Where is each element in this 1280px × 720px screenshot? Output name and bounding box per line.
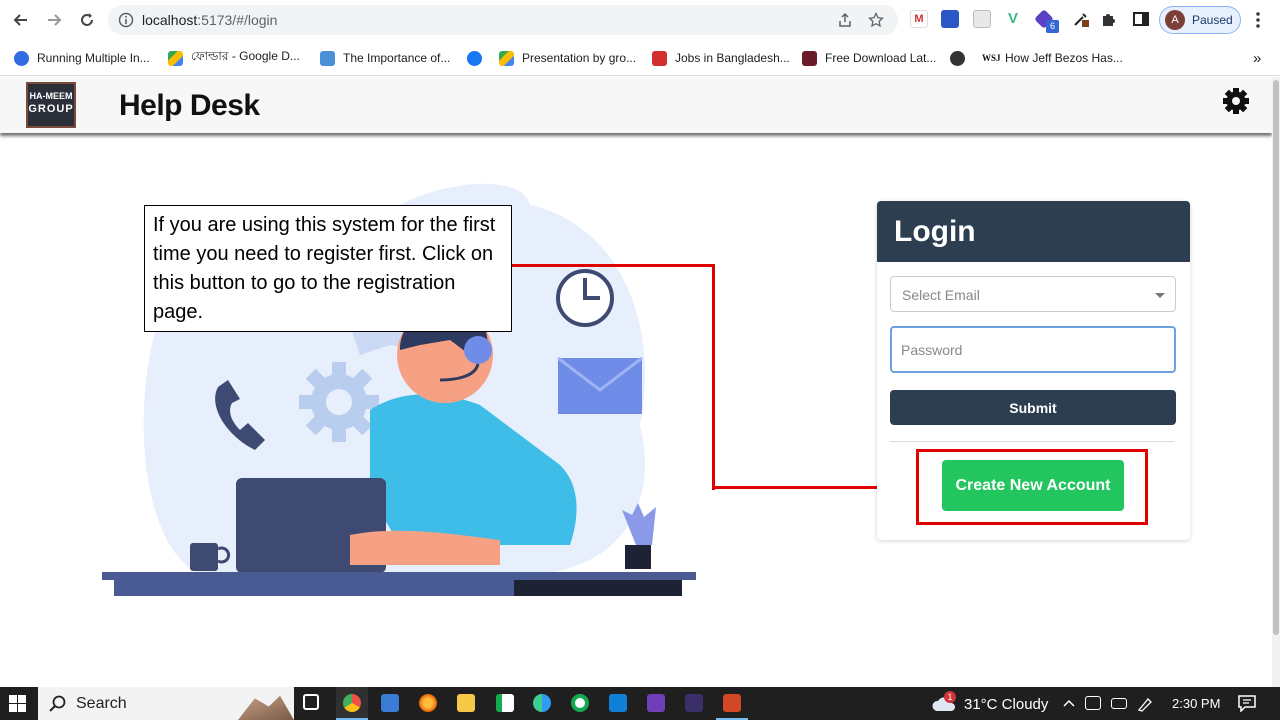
info-icon[interactable]	[118, 12, 134, 28]
avatar: A	[1165, 10, 1185, 30]
edge-taskbar-icon[interactable]	[533, 694, 551, 712]
app-title: Help Desk	[119, 89, 260, 122]
profile-button[interactable]: A Paused	[1159, 6, 1241, 34]
battery-icon[interactable]	[1111, 698, 1127, 709]
vscode-taskbar-icon[interactable]	[609, 694, 627, 712]
annotation-line	[512, 264, 715, 267]
bookmark-item[interactable]: ফোল্ডার - Google D...	[168, 49, 300, 67]
taskbar-search-box[interactable]: Search	[38, 687, 294, 720]
pen-icon[interactable]	[1137, 695, 1153, 712]
annotation-highlight-box	[916, 449, 1148, 525]
windows-taskbar: Search 1 31°C Cloudy 2:30 PM	[0, 687, 1280, 720]
task-view-icon[interactable]	[303, 694, 319, 710]
bookmark-item[interactable]: Jobs in Bangladesh...	[652, 49, 790, 67]
chevron-down-icon	[1155, 293, 1165, 298]
chrome-active-indicator	[336, 687, 368, 720]
weather-badge: 1	[944, 691, 956, 703]
network-icon[interactable]	[1085, 696, 1101, 710]
vue-devtools-icon[interactable]: V	[1004, 10, 1022, 28]
notification-icon[interactable]	[1238, 695, 1256, 712]
kubernetes-icon	[14, 50, 29, 66]
file-explorer-taskbar-icon[interactable]	[457, 694, 475, 712]
mail-taskbar-icon[interactable]	[381, 694, 399, 712]
fsf-icon	[802, 50, 817, 66]
gmail-extension-icon[interactable]: M	[910, 10, 928, 28]
google-drive-icon	[168, 50, 183, 66]
cube-icon	[320, 50, 335, 66]
search-icon	[49, 695, 66, 712]
chevron-up-icon[interactable]	[1063, 698, 1075, 708]
wsj-icon: WSJ	[982, 50, 1001, 66]
email-select[interactable]: Select Email	[890, 276, 1176, 312]
annotation-line	[712, 264, 715, 490]
side-panel-icon[interactable]	[1132, 10, 1150, 28]
login-card-header: Login	[877, 201, 1190, 262]
scrollbar-thumb[interactable]	[1273, 80, 1279, 635]
url-text[interactable]: localhost:5173/#/login	[142, 12, 277, 28]
bookmark-item[interactable]: WSJ How Jeff Bezos Has...	[982, 49, 1123, 67]
submit-button[interactable]: Submit	[890, 390, 1176, 425]
settings-gear-icon[interactable]	[1222, 87, 1250, 115]
windows-start-icon[interactable]	[9, 695, 26, 712]
share-icon[interactable]	[837, 12, 853, 28]
facebook-icon	[467, 50, 482, 66]
firefox-taskbar-icon[interactable]	[419, 694, 437, 712]
mongodb-taskbar-icon[interactable]	[496, 694, 514, 712]
login-title: Login	[894, 215, 976, 248]
back-icon[interactable]	[11, 10, 31, 30]
weather-text[interactable]: 31°C Cloudy	[964, 696, 1048, 713]
bookmark-item[interactable]: Presentation by gro...	[499, 49, 636, 67]
mongodb-compass-taskbar-icon[interactable]	[571, 694, 589, 712]
docs-extension-icon[interactable]	[941, 10, 959, 28]
search-label: Search	[76, 695, 127, 712]
bookmark-item[interactable]: Running Multiple In...	[14, 49, 150, 67]
address-bar[interactable]: localhost:5173/#/login	[108, 5, 898, 35]
bookmark-item[interactable]	[467, 49, 490, 67]
email-select-placeholder: Select Email	[902, 287, 980, 303]
app-header: HA-MEEM GROUP Help Desk	[0, 77, 1272, 133]
company-logo[interactable]: HA-MEEM GROUP	[26, 82, 76, 128]
page-extension-icon[interactable]	[973, 10, 991, 28]
instruction-callout: If you are using this system for the fir…	[144, 205, 512, 332]
globe-icon	[950, 50, 965, 66]
bookmark-item[interactable]	[950, 49, 973, 67]
eyedropper-extension-icon[interactable]	[1072, 10, 1090, 28]
clock-time[interactable]: 2:30 PM	[1172, 696, 1220, 711]
menu-kebab-icon[interactable]	[1248, 10, 1268, 30]
bookmark-star-icon[interactable]	[868, 12, 884, 28]
forward-icon[interactable]	[44, 10, 64, 30]
visual-studio-taskbar-icon[interactable]	[647, 694, 665, 712]
bookmarks-bar: Running Multiple In... ফোল্ডার - Google …	[0, 40, 1280, 76]
divider	[890, 441, 1174, 442]
google-drive-icon	[499, 50, 514, 66]
bookmark-item[interactable]: The Importance of...	[320, 49, 450, 67]
reload-icon[interactable]	[77, 10, 97, 30]
extension-badge: 6	[1046, 20, 1059, 33]
bookmark-item[interactable]: Free Download Lat...	[802, 49, 936, 67]
powerpoint-active-indicator	[716, 687, 748, 720]
puzzle-extensions-icon[interactable]	[1100, 10, 1118, 28]
bdjobs-icon	[652, 50, 667, 66]
search-highlight-image	[238, 695, 294, 720]
app-taskbar-icon[interactable]	[685, 694, 703, 712]
browser-toolbar: localhost:5173/#/login M V 6 A Paused	[0, 0, 1280, 40]
profile-status: Paused	[1192, 13, 1233, 27]
more-bookmarks-button[interactable]: »	[1253, 49, 1261, 67]
password-input[interactable]	[890, 326, 1176, 373]
